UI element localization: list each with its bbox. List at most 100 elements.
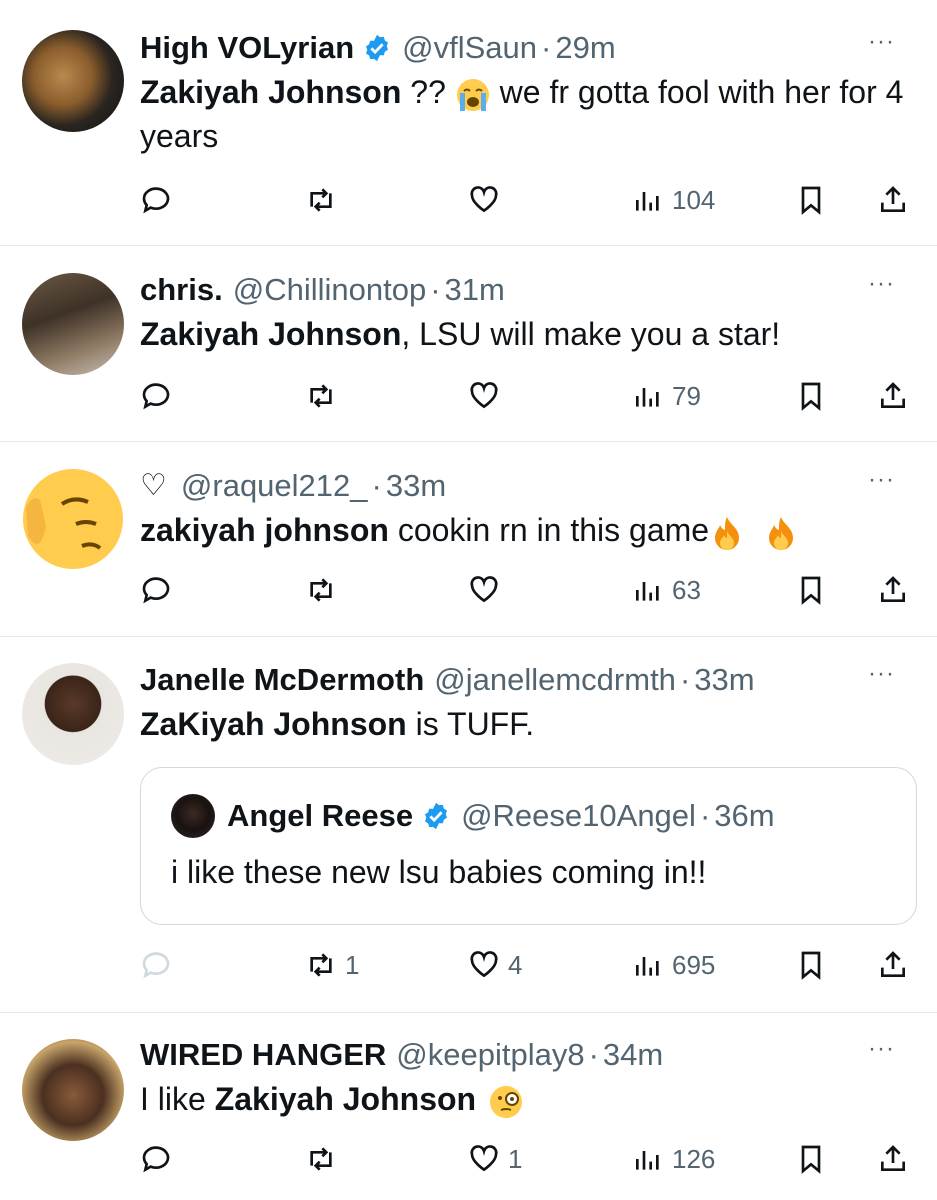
retweet-button[interactable] [305,1139,337,1179]
heart-icon [470,186,498,213]
views-count: 126 [672,1143,716,1174]
share-button[interactable] [877,945,909,985]
user-handle[interactable]: @keepitplay8 [396,1035,584,1075]
tweet[interactable]: High VOLyrian @vflSaun · 29m ··· Zakiyah… [0,0,937,245]
reply-button[interactable] [140,570,172,610]
bookmark-button[interactable] [795,1139,827,1179]
display-name[interactable]: ♡ [140,466,167,506]
timestamp[interactable]: 33m [386,466,446,506]
retweet-button[interactable] [305,376,337,416]
like-button[interactable] [468,180,500,220]
timestamp[interactable]: 34m [603,1035,663,1075]
share-icon [881,576,905,602]
share-button[interactable] [877,570,909,610]
views-button[interactable]: 79 [632,376,701,416]
more-icon[interactable]: ··· [868,466,895,494]
retweet-button[interactable] [305,180,337,220]
retweet-button[interactable] [305,570,337,610]
views-icon [636,957,659,976]
share-button[interactable] [877,180,909,220]
more-icon[interactable]: ··· [868,28,895,56]
quote-header: Angel Reese @Reese10Angel · 36m [171,794,775,838]
bookmark-icon [801,186,821,215]
like-button[interactable]: 1 [468,1139,522,1179]
views-button[interactable]: 126 [632,1139,715,1179]
user-handle[interactable]: @Chillinontop [233,270,426,310]
bookmark-button[interactable] [795,376,827,416]
views-count: 695 [672,949,716,980]
quoted-tweet[interactable]: Angel Reese @Reese10Angel · 36m i like t… [140,767,917,925]
more-icon[interactable]: ··· [868,270,895,298]
like-button[interactable]: 4 [468,945,522,985]
quote-user-handle[interactable]: @Reese10Angel [461,798,696,834]
bookmark-button[interactable] [795,945,827,985]
reply-button[interactable] [140,945,172,985]
reply-button[interactable] [140,376,172,416]
views-button[interactable]: 695 [632,945,715,985]
separator-dot: · [588,1037,599,1072]
reply-icon [142,383,170,410]
tweet[interactable]: chris. @Chillinontop · 31m ··· Zakiyah J… [0,245,937,441]
tweet-text: I like Zakiyah Johnson [140,1077,917,1121]
mention-bold: Zakiyah Johnson [214,1081,477,1117]
face-with-hand-emoji-icon [23,469,123,569]
user-handle[interactable]: @vflSaun [402,28,537,68]
text-segment: , LSU will make you a star! [401,316,781,352]
views-count: 104 [672,184,716,215]
display-name[interactable]: chris. [140,270,223,310]
more-icon[interactable]: ··· [868,660,895,688]
tweet-header: chris. @Chillinontop · 31m [140,270,917,310]
views-icon [636,582,659,601]
retweet-icon [310,1147,332,1171]
tweet-header: ♡ @raquel212_ · 33m [140,466,917,506]
views-button[interactable]: 104 [632,180,715,220]
bookmark-icon [801,951,821,980]
tweet[interactable]: ♡ @raquel212_ · 33m ··· zakiyah johnson … [0,441,937,636]
share-icon [881,382,905,408]
text-segment: I like [140,1081,215,1117]
retweet-button[interactable]: 1 [305,945,359,985]
avatar[interactable] [22,1039,124,1141]
tweet[interactable]: Janelle McDermoth @janellemcdrmth · 33m … [0,636,937,1012]
like-button[interactable] [468,570,500,610]
display-name[interactable]: Janelle McDermoth [140,660,424,700]
avatar[interactable] [22,468,124,570]
like-button[interactable] [468,376,500,416]
action-bar: 1 4 695 [140,945,917,985]
reply-button[interactable] [140,180,172,220]
tweet-header: Janelle McDermoth @janellemcdrmth · 33m [140,660,917,700]
reply-feed: High VOLyrian @vflSaun · 29m ··· Zakiyah… [0,0,937,1200]
reply-icon [142,952,170,979]
more-icon[interactable]: ··· [868,1035,895,1063]
retweet-icon [310,188,332,212]
action-bar: 104 [140,180,917,220]
heart-icon [470,382,498,409]
share-button[interactable] [877,376,909,416]
user-handle[interactable]: @raquel212_ [181,466,368,506]
avatar[interactable] [22,663,124,765]
avatar[interactable] [22,273,124,375]
quote-avatar[interactable] [171,794,215,838]
bookmark-button[interactable] [795,180,827,220]
mention-bold: ZaKiyah Johnson [140,706,407,742]
retweet-count: 1 [345,949,360,980]
views-button[interactable]: 63 [632,570,701,610]
timestamp[interactable]: 31m [445,270,505,310]
tweet-text: Zakiyah Johnson, LSU will make you a sta… [140,312,917,356]
reply-button[interactable] [140,1139,172,1179]
avatar[interactable] [22,30,124,132]
tweet-text: Zakiyah Johnson ?? we fr gotta fool with… [140,70,917,158]
quote-display-name[interactable]: Angel Reese [227,798,413,834]
separator-dot: · [699,798,711,833]
user-handle[interactable]: @janellemcdrmth [434,660,676,700]
fire-icon [769,516,794,550]
bookmark-button[interactable] [795,570,827,610]
share-button[interactable] [877,1139,909,1179]
timestamp[interactable]: 29m [555,28,615,68]
quote-timestamp[interactable]: 36m [714,798,774,834]
timestamp[interactable]: 33m [694,660,754,700]
tweet[interactable]: WIRED HANGER @keepitplay8 · 34m ··· I li… [0,1012,937,1200]
display-name[interactable]: WIRED HANGER [140,1035,386,1075]
display-name[interactable]: High VOLyrian [140,28,354,68]
views-icon [636,192,659,211]
